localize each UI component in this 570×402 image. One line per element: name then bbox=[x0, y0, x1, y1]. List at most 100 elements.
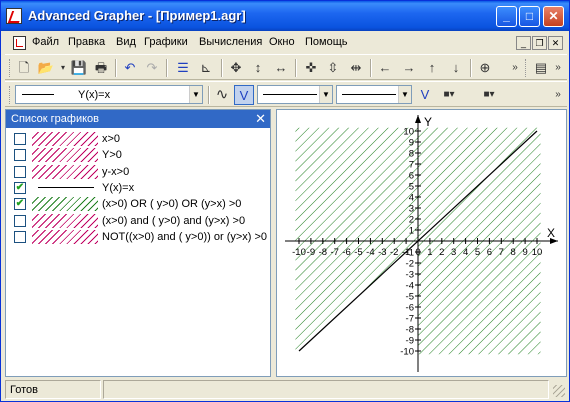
graph-visible-checkbox[interactable] bbox=[14, 230, 26, 243]
point-line-icon[interactable]: V bbox=[234, 85, 254, 105]
center-icon[interactable]: ⊕ bbox=[475, 58, 495, 78]
maximize-button[interactable]: □ bbox=[519, 6, 540, 27]
x-tick-label: -5 bbox=[354, 247, 362, 258]
calculator-icon[interactable]: ▤ bbox=[531, 58, 551, 78]
line-color-icon[interactable]: ■▾ bbox=[479, 85, 499, 105]
x-tick-label: -2 bbox=[390, 247, 398, 258]
hatch-swatch bbox=[32, 197, 98, 212]
menu-view[interactable]: Вид bbox=[116, 36, 136, 48]
graph-list-item[interactable]: NOT((x>0) and ( y>0)) or (y>x) >0 bbox=[6, 229, 270, 245]
x-tick-label: 9 bbox=[522, 247, 527, 258]
redo-icon[interactable]: ↷ bbox=[142, 58, 162, 78]
mdi-restore-button[interactable]: ❐ bbox=[532, 36, 547, 50]
menu-calculations[interactable]: Вычисления bbox=[199, 36, 262, 48]
y-tick-label: 7 bbox=[409, 160, 414, 171]
print-icon[interactable]: 🖶 bbox=[91, 58, 111, 78]
chevron-down-icon[interactable]: ▼ bbox=[189, 86, 202, 103]
graph-list-icon[interactable]: ☰ bbox=[173, 58, 193, 78]
menu-graphs[interactable]: Графики bbox=[144, 36, 188, 48]
y-tick-label: -10 bbox=[400, 347, 414, 358]
line-swatch bbox=[38, 186, 94, 188]
graph-line-sample bbox=[22, 94, 54, 95]
mdi-close-button[interactable]: ✕ bbox=[548, 36, 563, 50]
fill-color-icon[interactable]: ■▾ bbox=[439, 85, 459, 105]
y-tick-label: -2 bbox=[406, 259, 414, 270]
x-tick-label: -6 bbox=[342, 247, 350, 258]
arrow-left-icon[interactable]: ← bbox=[375, 58, 395, 78]
y-tick-label: 3 bbox=[409, 204, 414, 215]
y-tick-label: -4 bbox=[406, 281, 414, 292]
close-button[interactable]: ✕ bbox=[543, 6, 564, 27]
menu-bar: Файл Правка Вид Графики Вычисления Окно … bbox=[5, 33, 567, 53]
undo-icon[interactable]: ↶ bbox=[120, 58, 140, 78]
open-dropdown-icon[interactable]: ▾ bbox=[58, 58, 68, 78]
graph-list-item[interactable]: Y>0 bbox=[6, 147, 270, 163]
graph-visible-checkbox[interactable] bbox=[14, 165, 26, 178]
toolbar-grip[interactable] bbox=[9, 86, 12, 104]
toolbar-separator bbox=[115, 59, 117, 77]
line-style-select[interactable]: ▼ bbox=[257, 85, 333, 104]
marker-icon[interactable]: V bbox=[415, 85, 435, 105]
graph-list-item[interactable]: ✔ (x>0) OR ( y>0) OR (y>x) >0 bbox=[6, 196, 270, 212]
hatch-swatch bbox=[32, 164, 98, 179]
graph-visible-checkbox[interactable] bbox=[14, 149, 26, 162]
graph-list-item-label: (x>0) and ( y>0) and (y>x) >0 bbox=[102, 214, 246, 227]
x-tick-label: 5 bbox=[475, 247, 480, 258]
x-tick-label: 2 bbox=[439, 247, 444, 258]
toolbar-grip[interactable] bbox=[525, 59, 528, 77]
y-tick-label: -9 bbox=[406, 336, 414, 347]
graph-select[interactable]: Y(x)=x ▼ bbox=[15, 85, 203, 104]
pan-all-icon[interactable]: ✥ bbox=[226, 58, 246, 78]
graph-list-item[interactable]: y-x>0 bbox=[6, 164, 270, 180]
menu-edit[interactable]: Правка bbox=[68, 36, 105, 48]
graph-visible-checkbox[interactable]: ✔ bbox=[14, 181, 26, 194]
toolbar-separator bbox=[166, 59, 168, 77]
x-tick-label: 3 bbox=[451, 247, 456, 258]
title-bar[interactable]: Advanced Grapher - [Пример1.agr] _ □ ✕ bbox=[1, 1, 569, 31]
arrow-up-icon[interactable]: ↑ bbox=[422, 58, 442, 78]
open-folder-icon[interactable]: 📂 bbox=[36, 58, 56, 78]
toolbar-overflow-icon[interactable]: » bbox=[510, 58, 520, 78]
toolbar-overflow-icon[interactable]: » bbox=[553, 58, 563, 78]
toolbar-separator bbox=[295, 59, 297, 77]
arrow-right-icon[interactable]: → bbox=[399, 58, 419, 78]
line-width-sample bbox=[342, 94, 396, 95]
zoom-in-horizontal-icon[interactable]: ⇹ bbox=[346, 58, 366, 78]
smooth-line-icon[interactable]: ∿ bbox=[212, 85, 232, 105]
app-window: Advanced Grapher - [Пример1.agr] _ □ ✕ Ф… bbox=[0, 0, 570, 402]
pan-horizontal-icon[interactable]: ↔ bbox=[271, 58, 291, 78]
graph-visible-checkbox[interactable] bbox=[14, 214, 26, 227]
graph-list-item[interactable]: (x>0) and ( y>0) and (y>x) >0 bbox=[6, 213, 270, 229]
status-pane: Готов bbox=[5, 380, 101, 399]
chevron-down-icon[interactable]: ▼ bbox=[398, 86, 411, 103]
toolbar-overflow-icon[interactable]: » bbox=[553, 85, 563, 105]
chevron-down-icon[interactable]: ▼ bbox=[319, 86, 332, 103]
y-tick-label: 9 bbox=[409, 138, 414, 149]
graph-visible-checkbox[interactable] bbox=[14, 133, 26, 145]
graph-list-item-label: (x>0) OR ( y>0) OR (y>x) >0 bbox=[102, 198, 242, 211]
menu-help[interactable]: Помощь bbox=[305, 36, 348, 48]
graph-canvas[interactable]: XY-10-9-8-7-6-5-4-3-2-101234567891010987… bbox=[276, 109, 567, 377]
resize-grip[interactable] bbox=[553, 385, 565, 397]
graph-visible-checkbox[interactable]: ✔ bbox=[14, 198, 26, 211]
menu-file[interactable]: Файл bbox=[32, 36, 59, 48]
app-icon[interactable] bbox=[6, 8, 22, 24]
menu-window[interactable]: Окно bbox=[269, 36, 295, 48]
arrow-down-icon[interactable]: ↓ bbox=[446, 58, 466, 78]
pan-vertical-icon[interactable]: ↕ bbox=[248, 58, 268, 78]
graph-list-item[interactable]: x>0 bbox=[6, 131, 270, 147]
zoom-in-vertical-icon[interactable]: ⇳ bbox=[323, 58, 343, 78]
graph-plot[interactable]: XY-10-9-8-7-6-5-4-3-2-101234567891010987… bbox=[277, 110, 566, 376]
save-icon[interactable]: 💾 bbox=[69, 58, 89, 78]
graph-list-item[interactable]: ✔ Y(x)=x bbox=[6, 180, 270, 196]
close-icon[interactable]: ✕ bbox=[255, 111, 266, 127]
zoom-in-icon[interactable]: ✜ bbox=[301, 58, 321, 78]
document-icon[interactable] bbox=[13, 36, 26, 50]
new-file-icon[interactable]: 🗋 bbox=[14, 58, 34, 78]
mdi-minimize-button[interactable]: _ bbox=[516, 36, 531, 50]
minimize-button[interactable]: _ bbox=[496, 6, 517, 27]
axes-icon[interactable]: ⊾ bbox=[196, 58, 216, 78]
line-width-select[interactable]: ▼ bbox=[336, 85, 412, 104]
toolbar-grip[interactable] bbox=[9, 59, 12, 77]
graph-list-item-label: Y>0 bbox=[102, 149, 122, 162]
